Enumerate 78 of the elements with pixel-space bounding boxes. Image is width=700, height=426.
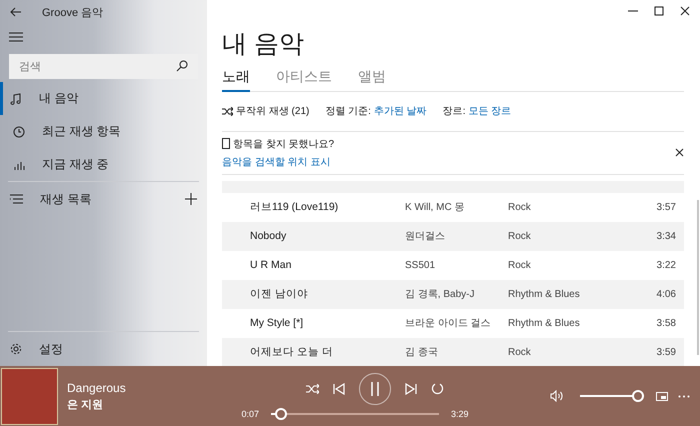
nav-item[interactable]: 최근 재생 항목 [0,115,207,148]
tab[interactable]: 앨범 [358,66,386,92]
song-row[interactable]: U R Man SS501 Rock 3:22 [222,250,684,280]
song-duration: 3:59 [656,346,677,358]
close-icon[interactable] [675,148,684,158]
notice-text: 항목을 찾지 못했나요? [233,138,334,151]
song-genre: Rock [508,230,532,242]
song-duration: 3:57 [656,202,677,213]
genre-link[interactable]: 모든 장르 [468,104,512,118]
elapsed-time: 0:07 [241,408,259,418]
plus-icon[interactable] [185,193,197,205]
song-artist: 은 지원 [67,398,104,412]
song-artist: 원더걸스 [405,230,446,244]
menu-icon[interactable] [9,32,23,42]
song-title: Nobody [249,230,288,242]
song-title: My Style [*] [249,317,304,330]
repeat-button[interactable] [431,382,444,395]
page-title: 내 음악 [222,28,305,60]
song-genre: Rhythm & Blues [508,288,581,300]
maximize-icon[interactable] [654,6,664,16]
song-duration: 4:06 [656,288,677,300]
more-icon[interactable] [678,394,690,398]
playlist-icon [10,194,23,204]
song-row[interactable]: My Style [*] 브라운 아이드 걸스 Rhythm & Blues 3:58 [222,308,684,338]
playlists-label[interactable]: 재생 목록 [40,190,168,208]
repeat-icon [431,382,444,395]
song-title: Dangerous [67,380,127,394]
song-artist: SS501 [405,260,436,271]
next-button[interactable] [405,382,417,394]
clock-icon [13,126,25,138]
window-title: Groove 음악 [42,6,104,20]
scrollbar[interactable] [697,200,699,355]
song-row[interactable]: 어제보다 오늘 더 김 종국 Rock 3:59 [222,338,684,366]
song-title: 러브119 (Love119) [249,200,340,214]
song-title: 어제보다 오늘 더 [249,345,334,360]
shuffle-icon [306,384,319,394]
mini-view-icon[interactable] [656,392,668,400]
settings-icon [10,343,22,355]
song-title: U R Man [249,259,292,272]
search-icon [176,60,188,72]
previous-button[interactable] [333,382,345,394]
song-row[interactable]: 러브119 (Love119) K Will, MC 몽 Rock 3:57 [222,192,684,222]
pause-button[interactable] [359,372,391,404]
song-row[interactable]: 이젠 남이야 김 경록, Baby-J Rhythm & Blues 4:06 [222,280,684,309]
song-genre: Rock [508,202,532,213]
music-note-icon [10,92,22,104]
song-duration: 3:58 [656,318,677,329]
shuffle-button[interactable]: 무작위 재생 (21) [236,104,310,118]
tab[interactable]: 노래 [222,66,250,92]
album-art-placeholder [1,368,58,424]
song-row[interactable]: Nobody 원더걸스 Rock 3:34 [222,222,684,251]
sort-label: 정렬 기준: [325,105,371,118]
sort-link[interactable]: 추가된 날짜 [374,104,427,118]
previous-icon [333,382,345,394]
song-genre: Rhythm & Blues [508,318,581,329]
song-title: 이젠 남이야 [249,287,309,302]
song-artist: K Will, MC 몽 [405,201,466,214]
song-artist: 김 종국 [405,346,439,360]
shuffle-button[interactable] [306,384,319,394]
notice-link[interactable]: 음악을 검색할 위치 표시 [222,154,669,169]
volume-icon[interactable] [550,390,564,402]
genre-label: 장르: [442,105,466,118]
nav-item[interactable]: 지금 재생 중 [0,148,207,181]
close-icon[interactable] [680,6,690,16]
song-duration: 3:34 [656,230,677,242]
tablet-icon [222,138,230,150]
song-genre: Rock [508,260,532,271]
shuffle-icon [222,106,233,116]
song-artist: 브라운 아이드 걸스 [405,317,492,330]
song-artist: 김 경록, Baby-J [405,288,476,302]
settings-label[interactable]: 설정 [39,340,197,358]
song-genre: Rock [508,346,532,358]
total-time: 3:29 [451,408,469,418]
song-duration: 3:22 [656,260,677,271]
next-icon [405,382,417,394]
back-arrow-icon[interactable] [10,7,22,17]
tab[interactable]: 아티스트 [276,66,332,92]
pause-icon [370,382,380,396]
